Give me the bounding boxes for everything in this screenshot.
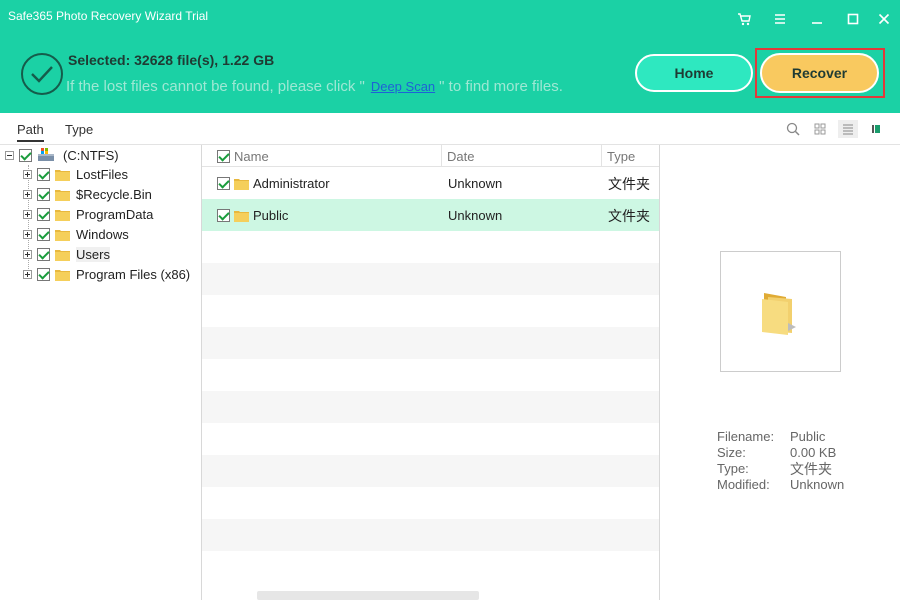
horizontal-scrollbar[interactable]	[257, 591, 479, 600]
row-type: 文件夹	[608, 208, 650, 224]
tree-item-label: ProgramData	[76, 206, 154, 222]
tree-item-label: LostFiles	[76, 166, 129, 182]
tree-item-label: Windows	[76, 226, 129, 242]
expand-icon[interactable]	[23, 269, 32, 279]
folder-icon	[55, 249, 70, 261]
tree-item-lostfiles[interactable]: LostFiles	[23, 164, 128, 184]
size-value: 0.00 KB	[790, 445, 837, 460]
tree-root[interactable]: (C:NTFS)	[5, 145, 119, 165]
column-type[interactable]: Type	[607, 149, 635, 164]
folder-icon	[234, 211, 249, 222]
tree-root-label: (C:NTFS)	[63, 147, 119, 163]
expand-icon[interactable]	[23, 169, 32, 179]
tree-item-recycle-bin[interactable]: $Recycle.Bin	[23, 184, 152, 204]
tree-item-program-files-x86[interactable]: Program Files (x86)	[23, 264, 190, 284]
menu-icon[interactable]	[769, 8, 791, 30]
select-all-checkbox[interactable]	[217, 150, 230, 163]
grid-view-icon[interactable]	[810, 120, 830, 138]
table-row[interactable]: Administrator Unknown 文件夹	[202, 167, 659, 199]
folder-icon	[761, 292, 796, 335]
drive-icon	[38, 148, 54, 161]
selected-summary: Selected: 32628 file(s), 1.22 GB	[68, 52, 275, 68]
tree-item-checkbox[interactable]	[37, 167, 50, 181]
tree-item-label: $Recycle.Bin	[76, 186, 152, 202]
folder-tree: (C:NTFS) LostFiles $Recycle.Bin ProgramD…	[0, 145, 202, 600]
modified-value: Unknown	[790, 477, 845, 492]
header-bar: Safe365 Photo Recovery Wizard Trial Sele…	[0, 0, 900, 113]
row-name: Public	[253, 208, 289, 223]
preview-thumbnail	[720, 251, 841, 372]
row-checkbox[interactable]	[217, 177, 230, 190]
tab-type[interactable]: Type	[65, 122, 93, 137]
expand-icon[interactable]	[23, 229, 32, 239]
column-divider[interactable]	[441, 145, 442, 167]
folder-icon	[55, 269, 70, 281]
row-date: Unknown	[448, 176, 503, 191]
empty-row	[202, 263, 659, 295]
tree-item-checkbox[interactable]	[37, 207, 50, 221]
tree-item-programdata[interactable]: ProgramData	[23, 204, 153, 224]
list-header: Name Date Type	[202, 145, 659, 167]
deep-scan-link[interactable]: Deep Scan	[371, 79, 435, 94]
view-tabbar: Path Type	[0, 113, 900, 145]
list-view-icon[interactable]	[838, 120, 858, 138]
tree-item-users[interactable]: Users	[23, 244, 110, 264]
column-divider[interactable]	[601, 145, 602, 167]
scan-hint: If the lost files cannot be found, pleas…	[66, 78, 563, 95]
file-list: Name Date Type Administrator Unknown 文件夹…	[202, 145, 659, 600]
row-date: Unknown	[448, 208, 503, 223]
type-label: Type:	[717, 461, 749, 476]
app-title: Safe365 Photo Recovery Wizard Trial	[8, 9, 209, 23]
empty-row	[202, 327, 659, 359]
column-date[interactable]: Date	[447, 149, 474, 164]
expand-icon[interactable]	[23, 209, 32, 219]
check-circle-icon	[20, 52, 64, 96]
tree-item-checkbox[interactable]	[37, 227, 50, 241]
expand-icon[interactable]	[23, 189, 32, 199]
filename-value: Public	[790, 429, 826, 444]
tree-root-checkbox[interactable]	[19, 148, 32, 162]
tree-item-checkbox[interactable]	[37, 187, 50, 201]
tree-item-checkbox[interactable]	[37, 247, 50, 261]
tree-item-windows[interactable]: Windows	[23, 224, 129, 244]
tree-item-checkbox[interactable]	[37, 267, 50, 281]
empty-row	[202, 391, 659, 423]
collapse-icon[interactable]	[5, 150, 14, 160]
hint-text-after: " to find more files.	[439, 78, 563, 95]
preview-pane-icon[interactable]	[866, 120, 886, 138]
tab-path[interactable]: Path	[17, 122, 44, 142]
folder-icon	[55, 209, 70, 221]
recover-button[interactable]: Recover	[760, 53, 879, 93]
empty-row	[202, 519, 659, 551]
expand-icon[interactable]	[23, 249, 32, 259]
folder-icon	[234, 179, 249, 190]
cart-icon[interactable]	[733, 8, 755, 30]
hint-text-before: If the lost files cannot be found, pleas…	[66, 78, 365, 95]
row-checkbox[interactable]	[217, 209, 230, 222]
modified-label: Modified:	[717, 477, 770, 492]
size-label: Size:	[717, 445, 746, 460]
folder-icon	[55, 229, 70, 241]
details-pane: Filename: Public Size: 0.00 KB Type: 文件夹…	[659, 145, 900, 600]
type-value: 文件夹	[790, 461, 832, 477]
minimize-icon[interactable]	[806, 8, 828, 30]
tree-item-label: Users	[76, 246, 110, 262]
folder-icon	[55, 189, 70, 201]
folder-icon	[55, 169, 70, 181]
filename-label: Filename:	[717, 429, 775, 444]
search-icon[interactable]	[783, 120, 803, 138]
row-type: 文件夹	[608, 176, 650, 192]
column-name[interactable]: Name	[234, 149, 269, 164]
close-icon[interactable]	[873, 8, 895, 30]
table-row[interactable]: Public Unknown 文件夹	[202, 199, 659, 231]
home-button[interactable]: Home	[635, 54, 753, 92]
maximize-icon[interactable]	[842, 8, 864, 30]
tree-item-label: Program Files (x86)	[76, 266, 191, 282]
row-name: Administrator	[253, 176, 330, 191]
empty-row	[202, 455, 659, 487]
